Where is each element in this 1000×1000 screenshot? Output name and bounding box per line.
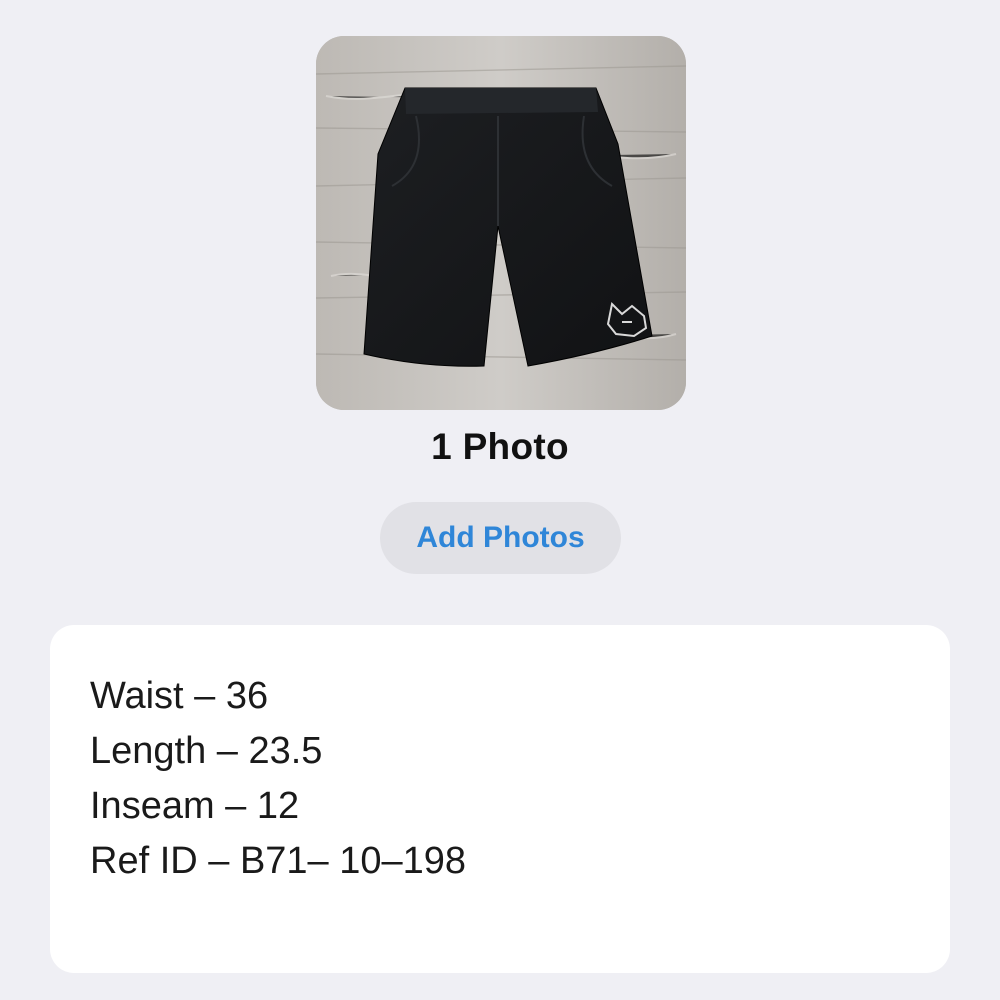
photo-count-label: 1 Photo	[431, 426, 569, 467]
add-photos-button[interactable]: Add Photos	[380, 502, 621, 574]
note-line-length: Length – 23.5	[90, 730, 323, 772]
shorts-photo	[316, 36, 686, 410]
note-line-ref-id: Ref ID – B71– 10–198	[90, 840, 467, 882]
note-line-inseam: Inseam – 12	[90, 785, 300, 827]
note-line-waist: Waist – 36	[90, 675, 269, 717]
notes-card[interactable]: Waist – 36 Length – 23.5 Inseam – 12 Ref…	[50, 625, 950, 973]
photo-thumbnail[interactable]	[316, 36, 686, 410]
